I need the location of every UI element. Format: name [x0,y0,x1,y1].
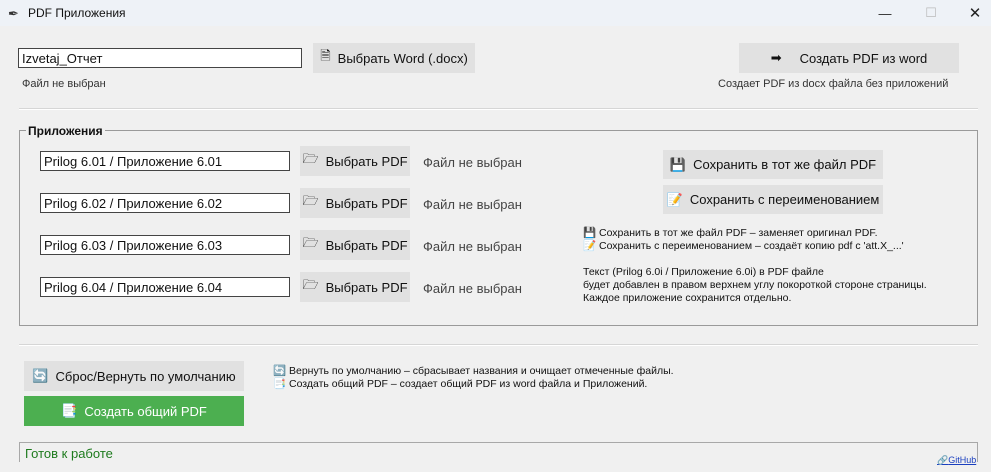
attachment-status-1: Файл не выбран [423,155,522,170]
attachment-status-4: Файл не выбран [423,281,522,296]
create-combined-pdf-button[interactable]: 📑 Создать общий PDF [24,396,244,426]
choose-pdf-button-1[interactable]: 🗁 Выбрать PDF [300,146,410,176]
choose-word-button[interactable]: 🗎 Выбрать Word (.docx) [313,43,475,73]
title-bar: ✒ PDF Приложения — ☐ ✕ [0,0,991,26]
folder-icon: 🗁 [302,235,319,250]
github-label: GitHub [948,455,977,465]
choose-pdf-label: Выбрать PDF [325,237,408,253]
window-title: PDF Приложения [28,6,126,20]
reset-label: Сброс/Вернуть по умолчанию [55,368,236,384]
save-same-label: Сохранить в тот же файл PDF [693,157,877,172]
choose-pdf-button-3[interactable]: 🗁 Выбрать PDF [300,230,410,260]
attachment-name-input-1[interactable]: Prilog 6.01 / Приложение 6.01 [40,151,290,171]
edit-document-icon: 📝 [666,191,683,207]
choose-pdf-label: Выбрать PDF [325,195,408,211]
choose-pdf-label: Выбрать PDF [325,153,408,169]
close-button[interactable]: ✕ [952,0,991,26]
create-combined-label: Создать общий PDF [84,403,207,419]
divider [19,108,978,110]
maximize-button[interactable]: ☐ [908,0,954,26]
document-icon: 🗎 [320,48,331,63]
word-status-text: Файл не выбран [22,78,106,90]
status-bar: Готов к работе [19,442,978,462]
reset-defaults-button[interactable]: 🔄 Сброс/Вернуть по умолчанию [24,361,244,391]
attachment-status-2: Файл не выбран [423,197,522,212]
floppy-disk-icon: 💾 [669,156,687,172]
attachment-name-input-4[interactable]: Prilog 6.04 / Приложение 6.04 [40,277,290,297]
info-line-1: Текст (Prilog 6.0i / Приложение 6.0i) в … [583,266,824,278]
documents-icon: 📑 [61,403,78,418]
info-line-3: Каждое приложение сохранится отдельно. [583,292,792,304]
create-pdf-from-word-button[interactable]: ➡ Создать PDF из word [739,43,959,73]
folder-icon: 🗁 [302,277,319,292]
maximize-icon: ☐ [925,5,937,20]
minimize-button[interactable]: — [862,0,908,26]
attachment-name-input-3[interactable]: Prilog 6.03 / Приложение 6.03 [40,235,290,255]
feather-icon: ✒ [8,6,19,21]
info-line-2: будет добавлен в правом верхнем углу пок… [583,279,927,291]
minimize-icon: — [878,5,892,21]
create-pdf-label: Создать PDF из word [799,50,928,66]
choose-word-label: Выбрать Word (.docx) [337,50,468,66]
save-rename-button[interactable]: 📝 Сохранить с переименованием [663,185,883,214]
status-text: Готов к работе [25,446,113,461]
attachments-title: Приложения [26,124,105,138]
save-rename-label: Сохранить с переименованием [689,192,880,207]
folder-icon: 🗁 [302,193,319,208]
choose-pdf-button-2[interactable]: 🗁 Выбрать PDF [300,188,410,218]
close-icon: ✕ [968,5,982,22]
choose-pdf-button-4[interactable]: 🗁 Выбрать PDF [300,272,410,302]
arrow-right-icon: ➡ [770,50,782,65]
github-link[interactable]: 🔗GitHub [937,455,976,466]
bottom-help-line-2: 📑 Создать общий PDF – создает общий PDF … [273,378,648,390]
save-same-file-button[interactable]: 💾 Сохранить в тот же файл PDF [663,150,883,179]
save-help-line-1: 💾 Сохранить в тот же файл PDF – заменяет… [583,227,878,239]
create-pdf-hint: Создает PDF из docx файла без приложений [718,78,949,90]
word-file-name-input[interactable]: Izvetaj_Отчет [18,48,302,68]
choose-pdf-label: Выбрать PDF [325,279,408,295]
link-icon: 🔗 [937,455,949,465]
save-help-line-2: 📝 Сохранить с переименованием – создаёт … [583,240,904,252]
attachment-name-input-2[interactable]: Prilog 6.02 / Приложение 6.02 [40,193,290,213]
attachment-status-3: Файл не выбран [423,239,522,254]
folder-icon: 🗁 [302,151,319,166]
refresh-icon: 🔄 [32,368,49,383]
divider [19,344,978,346]
bottom-help-line-1: 🔄 Вернуть по умолчанию – сбрасывает назв… [273,365,674,377]
